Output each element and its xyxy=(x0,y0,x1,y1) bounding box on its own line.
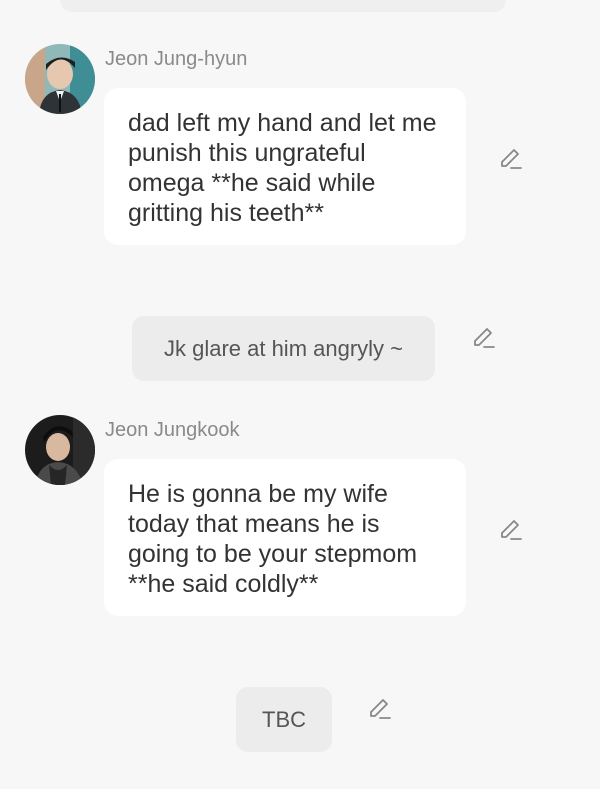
message-bubble: He is gonna be my wife today that means … xyxy=(104,459,466,616)
message-text: He is gonna be my wife today that means … xyxy=(128,480,418,598)
pencil-edit-icon[interactable] xyxy=(498,146,524,172)
sender-name: Jeon Jung-hyun xyxy=(105,48,248,70)
pencil-edit-icon[interactable] xyxy=(498,517,524,543)
narration-bubble: TBC xyxy=(236,687,332,752)
message-text: dad left my hand and let me punish this … xyxy=(128,109,437,227)
narration-text: TBC xyxy=(262,706,306,732)
narration-bubble: Jk glare at him angryly ~ xyxy=(132,316,435,381)
message-bubble: dad left my hand and let me punish this … xyxy=(104,88,466,245)
sender-name: Jeon Jungkook xyxy=(105,419,240,441)
pencil-edit-icon[interactable] xyxy=(367,696,393,722)
narration-text: Jk glare at him angryly ~ xyxy=(163,335,404,361)
avatar-jungkook[interactable] xyxy=(25,415,95,485)
previous-message-bubble-partial xyxy=(60,0,506,12)
avatar-jung-hyun[interactable] xyxy=(25,44,95,114)
pencil-edit-icon[interactable] xyxy=(471,325,497,351)
